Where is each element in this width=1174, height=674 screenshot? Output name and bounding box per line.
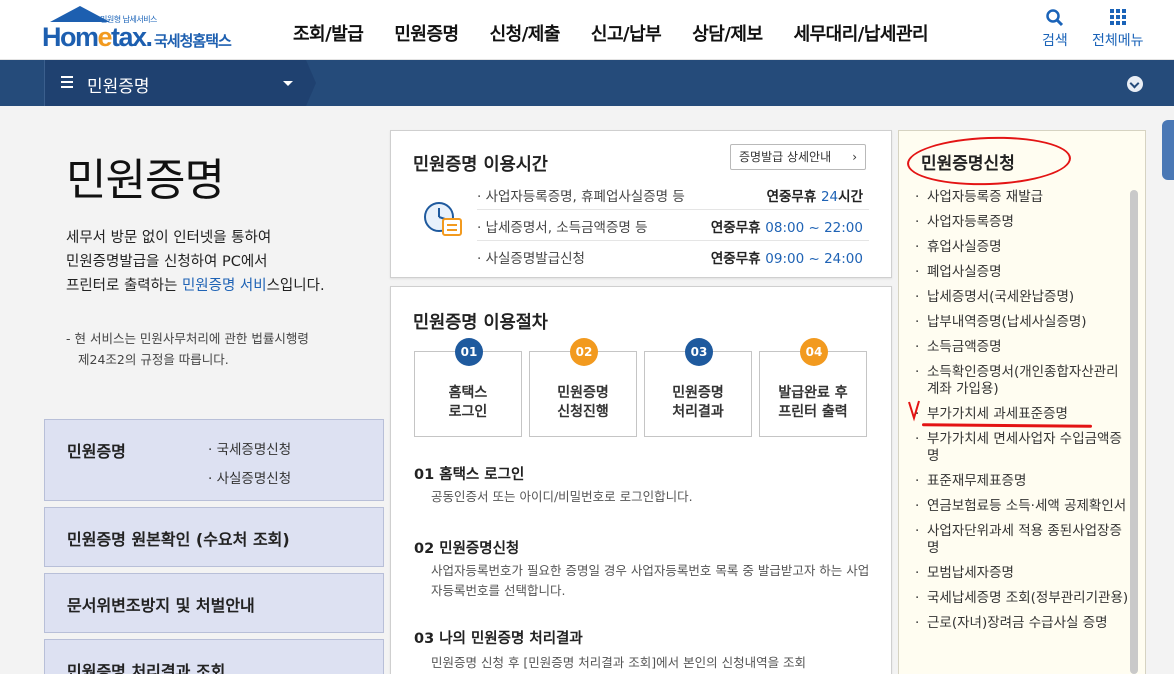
clock-calendar-icon	[421, 197, 465, 241]
procedure-title: 민원증명 이용절차	[413, 313, 548, 333]
hamburger-icon	[61, 76, 73, 88]
step-print: 04 발급완료 후 프린터 출력	[759, 338, 867, 437]
hometax-logo[interactable]: 민원형 납세서비스 Hometax. 국세청홈택스	[42, 6, 257, 52]
all-menu-button[interactable]: 전체메뉴	[1092, 8, 1144, 50]
search-label: 검색	[1042, 33, 1068, 49]
certificate-link[interactable]: 소득금액증명	[915, 339, 1129, 356]
right-panel-scrollbar[interactable]	[1130, 190, 1138, 674]
intro-text: 세무서 방문 없이 인터넷을 통하여 민원증명발급을 신청하여 PC에서 프린터…	[66, 226, 366, 298]
sub-nav-bar: 민원증명	[0, 60, 1174, 106]
expand-chevron-icon[interactable]	[1127, 76, 1143, 92]
certificate-request-title: 민원증명신청	[921, 154, 1015, 174]
left-menu-result-inquiry[interactable]: 민원증명 처리결과 조회	[44, 639, 384, 674]
nav-tax-agent[interactable]: 세무대리/납세관리	[794, 20, 929, 46]
intro-line: 프린터로 출력하는 민원증명 서비스입니다.	[66, 278, 325, 294]
left-menu-forgery-prevention[interactable]: 문서위변조방지 및 처벌안내	[44, 573, 384, 633]
certificate-link[interactable]: 부가가치세 면세사업자 수입금액증명	[915, 431, 1129, 465]
issue-guide-button[interactable]: 증명발급 상세안내	[730, 144, 866, 170]
red-annotation-check	[908, 400, 920, 422]
procedure-detail-text: 민원증명 신청 후 [민원증명 처리결과 조회]에서 본인의 신청내역을 조회	[431, 655, 807, 670]
search-button[interactable]: 검색	[1042, 8, 1068, 50]
certificate-link[interactable]: 모범납세자증명	[915, 565, 1129, 582]
logo-wordmark: Hometax.	[42, 22, 153, 52]
nav-report-pay[interactable]: 신고/납부	[591, 20, 662, 46]
all-menu-label: 전체메뉴	[1092, 33, 1144, 49]
procedure-detail-heading: 01 홈택스 로그인	[414, 467, 525, 483]
certificate-link[interactable]: 납세증명서(국세완납증명)	[915, 289, 1129, 306]
intro-line: 세무서 방문 없이 인터넷을 통하여	[66, 230, 272, 246]
left-menu-original-check[interactable]: 민원증명 원본확인 (수요처 조회)	[44, 507, 384, 567]
section-dropdown-label: 민원증명	[87, 77, 150, 97]
certificate-link[interactable]: 사업자단위과세 적용 종된사업장증명	[915, 523, 1129, 557]
left-menu-sub-national-tax[interactable]: 국세증명신청	[208, 438, 292, 458]
step-number-badge: 03	[685, 338, 713, 366]
main-nav: 조회/발급 민원증명 신청/제출 신고/납부 상담/제보 세무대리/납세관리	[293, 20, 959, 46]
certificate-link[interactable]: 납부내역증명(납세사실증명)	[915, 314, 1129, 331]
certificate-link-vat-tax-base[interactable]: 부가가치세 과세표준증명	[915, 406, 1129, 423]
step-number-badge: 01	[455, 338, 483, 366]
certificate-link[interactable]: 사업자등록증 재발급	[915, 189, 1129, 206]
caret-down-icon	[283, 81, 293, 86]
step-number-badge: 04	[800, 338, 828, 366]
certificate-link[interactable]: 사업자등록증명	[915, 214, 1129, 231]
search-icon	[1042, 8, 1068, 28]
nav-consult-report[interactable]: 상담/제보	[692, 20, 763, 46]
step-login: 01 홈택스 로그인	[414, 338, 522, 437]
procedure-detail-heading: 02 민원증명신청	[414, 541, 520, 557]
procedure-detail-heading: 03 나의 민원증명 처리결과	[414, 631, 583, 647]
step-apply: 02 민원증명 신청진행	[529, 338, 637, 437]
grid-menu-icon	[1092, 8, 1144, 28]
certificate-link[interactable]: 소득확인증명서(개인종합자산관리계좌 가입용)	[915, 364, 1129, 398]
left-menu: 민원증명 국세증명신청 사실증명신청 민원증명 원본확인 (수요처 조회) 문서…	[44, 419, 384, 674]
section-dropdown[interactable]: 민원증명	[44, 60, 306, 106]
certificate-link[interactable]: 표준재무제표증명	[915, 473, 1129, 490]
side-tab[interactable]	[1162, 120, 1174, 180]
usage-time-row: 납세증명서, 소득금액증명 등 연중무휴 08:00 ~ 22:00	[477, 210, 869, 241]
left-menu-title: 민원증명	[67, 442, 126, 461]
certificate-request-panel: 민원증명신청 사업자등록증 재발급 사업자등록증명 휴업사실증명 폐업사실증명 …	[898, 130, 1146, 674]
left-menu-civil-certificate[interactable]: 민원증명 국세증명신청 사실증명신청	[44, 419, 384, 501]
nav-apply-submit[interactable]: 신청/제출	[490, 20, 561, 46]
certificate-link[interactable]: 국세납세증명 조회(정부관리기관용)	[915, 590, 1129, 607]
step-number-badge: 02	[570, 338, 598, 366]
legal-note: - 현 서비스는 민원사무처리에 관한 법률시행령 제24조2의 규정을 따릅니…	[66, 331, 309, 367]
certificate-link[interactable]: 연금보험료등 소득·세액 공제확인서	[915, 498, 1129, 515]
left-menu-sub-fact[interactable]: 사실증명신청	[208, 467, 292, 487]
certificate-link[interactable]: 근로(자녀)장려금 수급사실 증명	[915, 615, 1129, 632]
certificate-list: 사업자등록증 재발급 사업자등록증명 휴업사실증명 폐업사실증명 납세증명서(국…	[915, 189, 1129, 640]
breadcrumb-arrow	[306, 60, 316, 106]
certificate-link[interactable]: 휴업사실증명	[915, 239, 1129, 256]
usage-time-row: 사업자등록증명, 휴폐업사실증명 등 연중무휴 24시간	[477, 179, 869, 210]
nav-inquiry-issue[interactable]: 조회/발급	[293, 20, 364, 46]
procedure-panel: 민원증명 이용절차 01 홈택스 로그인 02 민원증명 신청진행 03 민원증명 처…	[390, 286, 892, 674]
nav-civil-certificate[interactable]: 민원증명	[394, 20, 459, 46]
service-link[interactable]: 민원증명 서비	[182, 278, 267, 294]
certificate-link[interactable]: 폐업사실증명	[915, 264, 1129, 281]
procedure-detail-text: 공동인증서 또는 아이디/비밀번호로 로그인합니다.	[431, 489, 693, 504]
usage-time-row: 사실증명발급신청 연중무휴 09:00 ~ 24:00	[477, 241, 869, 272]
step-result: 03 민원증명 처리결과	[644, 338, 752, 437]
procedure-detail-text: 사업자등록번호가 필요한 증명일 경우 사업자등록번호 목록 중 발급받고자 하…	[431, 563, 870, 598]
logo-korean-name: 국세청홈택스	[154, 32, 232, 50]
usage-time-panel: 민원증명 이용시간 증명발급 상세안내 사업자등록증명, 휴폐업사실증명 등 연…	[390, 130, 892, 278]
site-header: 민원형 납세서비스 Hometax. 국세청홈택스 조회/발급 민원증명 신청/…	[0, 0, 1174, 60]
intro-line: 민원증명발급을 신청하여 PC에서	[66, 254, 268, 270]
page-title: 민원증명	[66, 155, 225, 206]
usage-time-title: 민원증명 이용시간	[413, 155, 548, 175]
